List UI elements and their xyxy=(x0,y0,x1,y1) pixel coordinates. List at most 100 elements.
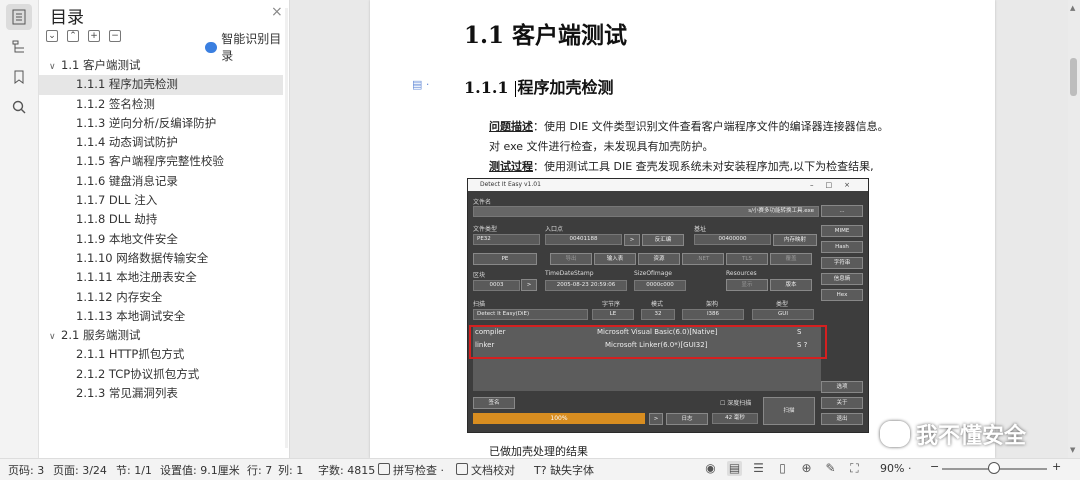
toc-item[interactable]: 1.1.13 本地调试安全 xyxy=(39,307,289,326)
die-sizeofimage-label: SizeOfImage xyxy=(634,270,672,277)
close-icon[interactable]: × xyxy=(271,4,283,20)
proofread-label: 文档校对 xyxy=(471,464,515,477)
missing-font-button[interactable]: T? 缺失字体 xyxy=(534,462,594,478)
toc-toolbar: ⌄ ⌃ + − xyxy=(46,30,121,42)
toc-item-label: 1.1.11 本地注册表安全 xyxy=(76,270,197,285)
toc-item-label: 1.1.5 客户端程序完整性校验 xyxy=(76,154,224,169)
toc-item[interactable]: 1.1.11 本地注册表安全 xyxy=(39,268,289,287)
toc-item-label: 2.1 服务端测试 xyxy=(61,328,141,343)
spell-check-button[interactable]: 拼写检查 · xyxy=(378,462,444,478)
die-arch-field: I386 xyxy=(682,309,744,320)
remove-item-icon[interactable]: − xyxy=(109,30,121,42)
die-type-label: 类型 xyxy=(776,301,789,308)
die-mode-field: 32 xyxy=(641,309,675,320)
heading-2: 1.1.1 程序加壳检测 xyxy=(464,74,614,98)
die-hash-button: Hash xyxy=(821,241,863,253)
proofread-button[interactable]: 文档校对 xyxy=(456,462,515,478)
die-file-label: 文件名 xyxy=(473,199,492,206)
reading-view-icon[interactable]: ▯ xyxy=(775,461,790,476)
die-mode-label: 模式 xyxy=(651,301,664,308)
toc-item[interactable]: 1.1.12 内存安全 xyxy=(39,288,289,307)
status-page-code[interactable]: 页码: 3 xyxy=(8,462,44,478)
view-mode-icons: ◉ ▤ ☰ ▯ ⊕ ✎ ⛶ xyxy=(703,461,862,476)
status-bar: 页码: 3 页面: 3/24 节: 1/1 设置值: 9.1厘米 行: 7 列:… xyxy=(0,458,1080,480)
die-deepscan-checkbox: ☐ 深度扫描 xyxy=(720,400,752,407)
pen-icon[interactable]: ✎ xyxy=(823,461,838,476)
zoom-slider-knob[interactable] xyxy=(988,462,1000,474)
zoom-out-button[interactable]: − xyxy=(930,460,939,473)
chevron-down-icon[interactable]: ∨ xyxy=(49,328,61,347)
add-item-icon[interactable]: + xyxy=(88,30,100,42)
die-title: Detect It Easy v1.01 xyxy=(480,181,541,188)
toc-panel: 目录 × ⌄ ⌃ + − 智能识别目录 ∨ 1.1 客户端测试 1.1.1 程序加壳… xyxy=(39,0,290,458)
toc-item[interactable]: ∨ 1.1 客户端测试 xyxy=(39,56,289,75)
toc-item-label: 1.1.13 本地调试安全 xyxy=(76,308,186,323)
expand-up-icon[interactable]: ⌃ xyxy=(67,30,79,42)
toc-item[interactable]: 1.1.1 程序加壳检测 xyxy=(39,75,283,95)
die-scan-button: 扫描 xyxy=(763,397,815,425)
die-log-go: > xyxy=(649,413,663,425)
fit-screen-icon[interactable]: ⛶ xyxy=(847,461,862,476)
problem-label: 问题描述 xyxy=(489,120,533,133)
process-text: ：使用测试工具 DIE 查壳发现系统未对安装程序加壳,以下为检查结果, xyxy=(533,160,874,173)
heading-2-text: 程序加壳检测 xyxy=(517,78,614,97)
die-type-field: GUI xyxy=(752,309,814,320)
die-arch-label: 架构 xyxy=(706,301,719,308)
toc-item[interactable]: 1.1.5 客户端程序完整性校验 xyxy=(39,152,289,171)
toc-item-label: 1.1.3 逆向分析/反编译防护 xyxy=(76,115,217,130)
status-setting: 设置值: 9.1厘米 xyxy=(160,464,240,477)
die-show-button: 显示 xyxy=(726,279,768,291)
chevron-down-icon[interactable]: ∨ xyxy=(49,58,61,77)
toc-item[interactable]: 2.1.3 常见漏洞列表 xyxy=(39,384,289,403)
page-view-icon[interactable]: ▤ xyxy=(727,461,742,476)
die-entry-go: > xyxy=(624,234,640,246)
collapse-all-icon[interactable]: ⌄ xyxy=(46,30,58,42)
paragraph-marker-icon[interactable]: ▤ · xyxy=(412,78,429,91)
web-view-icon[interactable]: ⊕ xyxy=(799,461,814,476)
toc-panel-icon[interactable] xyxy=(6,4,32,30)
toc-item-label: 2.1.2 TCP协议抓包方式 xyxy=(76,366,200,381)
die-tls-button: TLS xyxy=(726,253,768,265)
toc-item-label: 2.1.3 常见漏洞列表 xyxy=(76,386,178,401)
toc-item[interactable]: 1.1.4 动态调试防护 xyxy=(39,133,289,152)
die-deepscan-label: 深度扫描 xyxy=(727,400,752,407)
toc-item-label: 1.1.8 DLL 劫持 xyxy=(76,212,158,227)
image-caption: 已做加壳处理的结果 xyxy=(489,445,588,458)
toc-item-label: 1.1.6 键盘消息记录 xyxy=(76,173,178,188)
outline-view-icon[interactable]: ☰ xyxy=(751,461,766,476)
search-icon[interactable] xyxy=(6,94,32,120)
bookmark-icon[interactable] xyxy=(6,64,32,90)
scrollbar-thumb[interactable] xyxy=(1070,58,1077,96)
outline-tree-icon[interactable] xyxy=(6,34,32,60)
die-hex-button: Hex xyxy=(821,289,863,301)
toc-item[interactable]: 1.1.8 DLL 劫持 xyxy=(39,210,289,229)
die-file-field: s/小赛多功能转换工具.exe xyxy=(473,206,819,217)
toc-item[interactable]: 1.1.9 本地文件安全 xyxy=(39,230,289,249)
watermark: 我不懂安全 xyxy=(880,418,1026,450)
die-about-button: 关于 xyxy=(821,397,863,409)
die-base-field: 00400000 xyxy=(694,234,771,245)
toc-item[interactable]: ∨ 2.1 服务端测试 xyxy=(39,326,289,345)
scroll-up-icon[interactable]: ▲ xyxy=(1070,4,1075,12)
toc-item[interactable]: 1.1.2 签名检测 xyxy=(39,95,289,114)
document-scrollbar[interactable]: ▲ ▼ xyxy=(1068,0,1080,458)
status-page[interactable]: 页面: 3/24 xyxy=(53,462,107,478)
toc-item[interactable]: 1.1.7 DLL 注入 xyxy=(39,191,289,210)
toc-scrollbar[interactable] xyxy=(285,8,288,448)
toc-item[interactable]: 1.1.3 逆向分析/反编译防护 xyxy=(39,114,289,133)
proofread-icon xyxy=(456,463,468,475)
status-words[interactable]: 字数: 4815 xyxy=(318,462,375,478)
scroll-down-icon[interactable]: ▼ xyxy=(1070,446,1075,454)
toc-item[interactable]: 2.1.2 TCP协议抓包方式 xyxy=(39,365,289,384)
die-disasm-button: 反汇编 xyxy=(642,234,684,246)
zoom-in-button[interactable]: + xyxy=(1052,460,1061,473)
toc-item-label: 1.1.10 网络数据传输安全 xyxy=(76,250,209,265)
zoom-level[interactable]: 90% · xyxy=(880,462,911,475)
toc-item[interactable]: 2.1.1 HTTP抓包方式 xyxy=(39,345,289,364)
toc-item[interactable]: 1.1.6 键盘消息记录 xyxy=(39,172,289,191)
die-resources-label: Resources xyxy=(726,270,757,277)
eye-icon[interactable]: ◉ xyxy=(703,461,718,476)
die-memmap-button: 内存映射 xyxy=(773,234,817,246)
die-browse-button: ... xyxy=(821,205,863,217)
toc-item[interactable]: 1.1.10 网络数据传输安全 xyxy=(39,249,289,268)
